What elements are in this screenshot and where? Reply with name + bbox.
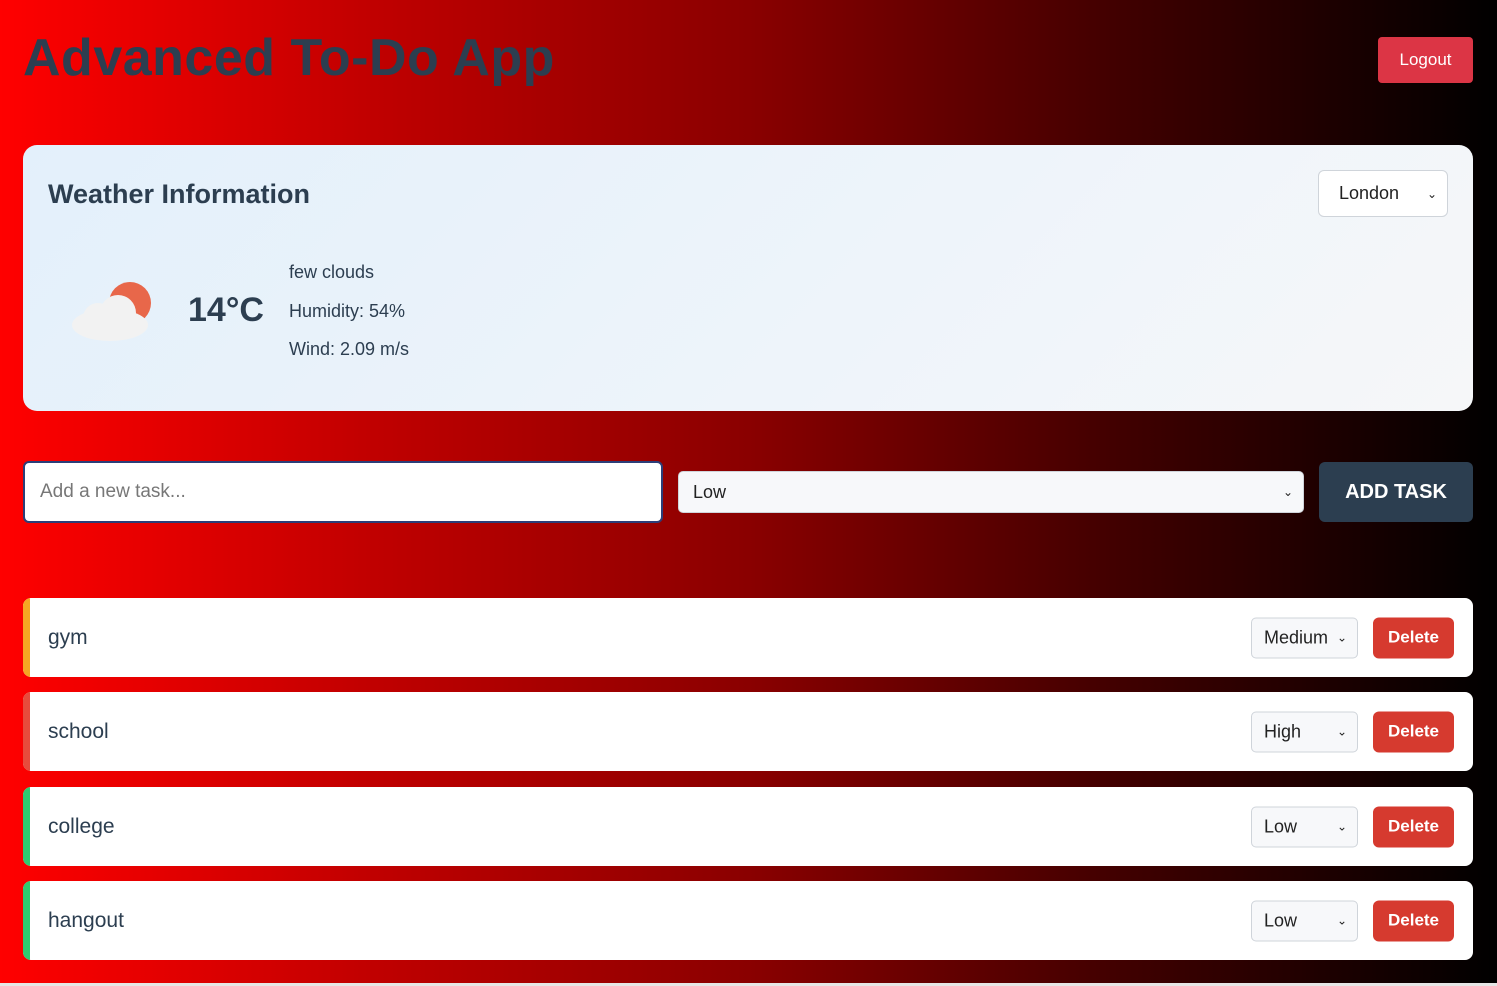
task-priority-value: Low — [1264, 816, 1298, 836]
city-select-value: London — [1339, 183, 1400, 203]
task-row: hangout Low ⌄ Delete — [23, 881, 1473, 960]
chevron-down-icon: ⌄ — [1336, 819, 1347, 834]
task-priority-value: Medium — [1264, 627, 1329, 647]
partly-cloudy-icon — [68, 275, 158, 345]
chevron-down-icon: ⌄ — [1336, 724, 1347, 739]
new-task-placeholder: Add a new task... — [40, 481, 186, 502]
priority-stripe — [23, 881, 30, 960]
priority-stripe — [23, 598, 30, 677]
weather-description: few clouds — [289, 262, 375, 282]
priority-select[interactable]: Low ⌄ — [678, 471, 1304, 513]
task-name: college — [48, 814, 115, 838]
chevron-down-icon: ⌄ — [1282, 485, 1293, 499]
humidity: Humidity: 54% — [289, 301, 406, 321]
task-name: gym — [48, 625, 88, 649]
weather-title: Weather Information — [48, 179, 311, 209]
wind: Wind: 2.09 m/s — [289, 339, 410, 359]
task-priority-value: High — [1264, 721, 1302, 741]
task-row: gym Medium ⌄ Delete — [23, 598, 1473, 677]
task-priority-value: Low — [1264, 910, 1298, 930]
priority-stripe — [23, 787, 30, 866]
task-priority-select[interactable]: Medium ⌄ — [1251, 617, 1358, 658]
priority-stripe — [23, 692, 30, 771]
chevron-down-icon: ⌄ — [1336, 913, 1347, 928]
delete-button[interactable]: Delete — [1373, 711, 1454, 752]
task-name: school — [48, 719, 109, 743]
task-row: college Low ⌄ Delete — [23, 787, 1473, 866]
task-row: school High ⌄ Delete — [23, 692, 1473, 771]
app-header: Advanced To-Do App Logout — [23, 20, 1473, 100]
logout-button[interactable]: Logout — [1378, 37, 1473, 83]
priority-select-value: Low — [693, 481, 727, 502]
weather-card: Weather Information London ⌄ 14°C few cl… — [23, 145, 1473, 411]
delete-button[interactable]: Delete — [1373, 806, 1454, 847]
chevron-down-icon: ⌄ — [1336, 630, 1347, 645]
city-select[interactable]: London ⌄ — [1318, 170, 1448, 217]
delete-button[interactable]: Delete — [1373, 617, 1454, 658]
chevron-down-icon: ⌄ — [1426, 186, 1437, 201]
delete-button[interactable]: Delete — [1373, 900, 1454, 941]
task-priority-select[interactable]: Low ⌄ — [1251, 806, 1358, 847]
task-priority-select[interactable]: Low ⌄ — [1251, 900, 1358, 941]
new-task-input[interactable]: Add a new task... — [23, 461, 663, 523]
task-name: hangout — [48, 908, 124, 932]
task-priority-select[interactable]: High ⌄ — [1251, 711, 1358, 752]
app-title: Advanced To-Do App — [23, 29, 555, 87]
add-task-button[interactable]: ADD TASK — [1319, 462, 1473, 522]
temperature: 14°C — [188, 291, 264, 329]
